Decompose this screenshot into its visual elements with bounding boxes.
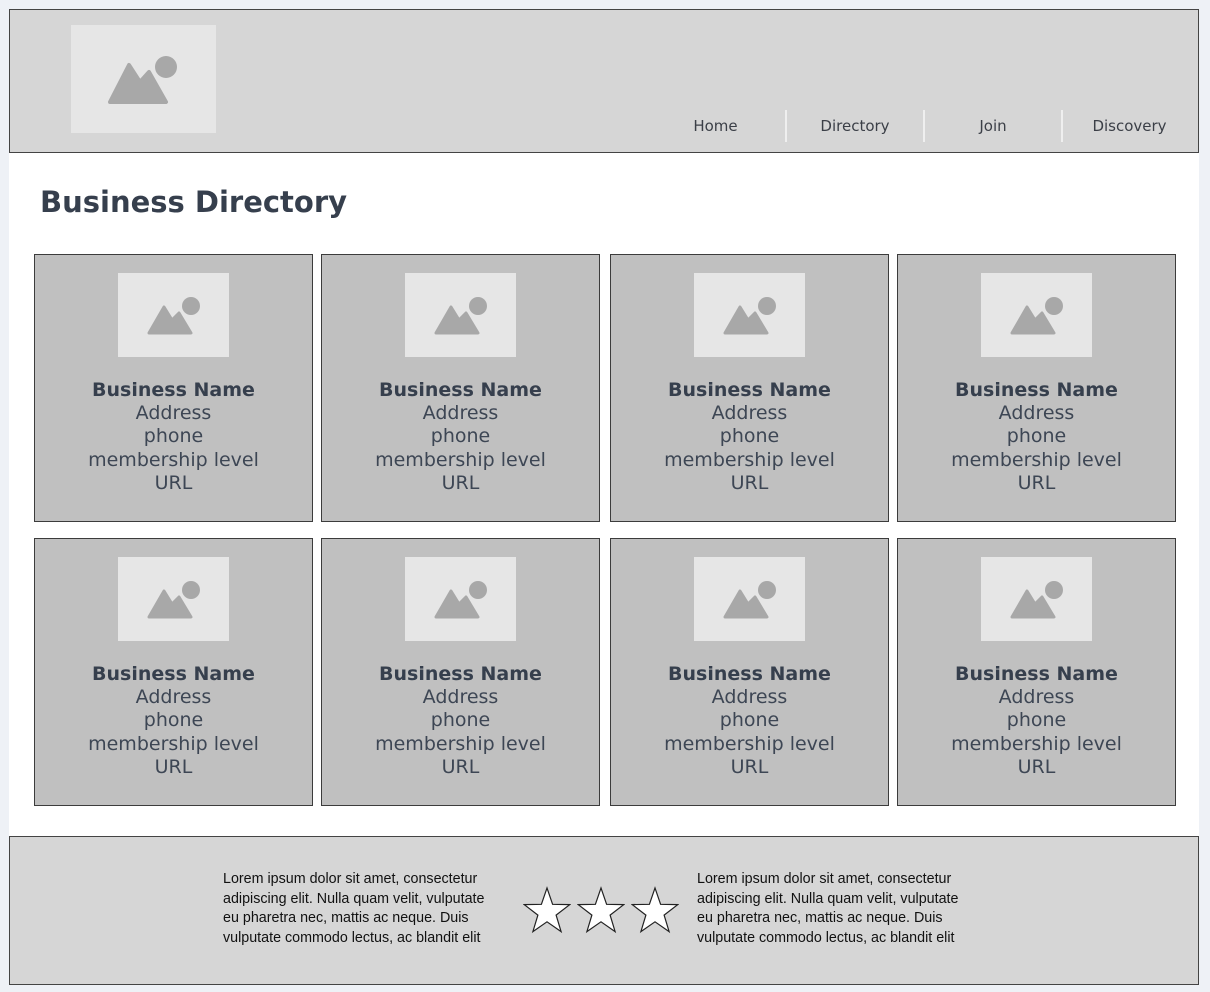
business-membership-level: membership level — [951, 732, 1122, 755]
business-image-placeholder — [118, 273, 229, 357]
nav-directory[interactable]: Directory — [787, 108, 923, 144]
business-address: Address — [998, 686, 1075, 709]
page-title: Business Directory — [40, 185, 348, 219]
footer-text-line: Lorem ipsum dolor sit amet, consectetur — [697, 871, 952, 887]
page: Home Directory Join Discovery Business D… — [9, 9, 1199, 985]
footer-text-line: vulputate commodo lectus, ac blandit eli… — [697, 929, 955, 946]
nav-home[interactable]: Home — [650, 108, 781, 144]
business-membership-level: membership level — [88, 732, 259, 755]
business-url[interactable]: URL — [898, 756, 1175, 779]
business-membership-level: membership level — [88, 448, 259, 471]
business-image-placeholder — [405, 273, 516, 357]
business-address: Address — [422, 402, 499, 425]
nav-join[interactable]: Join — [925, 108, 1061, 144]
business-image-placeholder — [981, 273, 1092, 357]
site-footer: Lorem ipsum dolor sit amet, consectetur … — [9, 836, 1199, 985]
business-name: Business Name — [92, 379, 255, 401]
site-header: Home Directory Join Discovery — [9, 9, 1199, 153]
business-phone: phone — [430, 425, 491, 448]
footer-text-line: adipiscing elit. Nulla quam velit, vulpu… — [223, 890, 485, 907]
business-info: Business Name Address phone membership leve… — [611, 379, 888, 495]
business-address: Address — [422, 686, 499, 709]
business-info: Business Name Address phone membership leve… — [898, 379, 1175, 495]
business-phone: phone — [719, 425, 780, 448]
business-url[interactable]: URL — [611, 756, 888, 779]
business-name: Business Name — [379, 663, 542, 685]
business-name: Business Name — [92, 663, 255, 685]
business-membership-level: membership level — [951, 448, 1122, 471]
business-url[interactable]: URL — [898, 472, 1175, 495]
business-url[interactable]: URL — [322, 472, 599, 495]
business-card[interactable]: Business Name Address phone membership leve… — [897, 254, 1176, 522]
business-card[interactable]: Business Name Address phone membership leve… — [610, 538, 889, 806]
image-placeholder-icon — [434, 581, 487, 619]
business-name: Business Name — [668, 663, 831, 685]
business-info: Business Name Address phone membership leve… — [322, 663, 599, 779]
business-address: Address — [998, 402, 1075, 425]
footer-text-line: eu pharetra nec, mattis ac neque. Duis — [697, 910, 943, 927]
business-url[interactable]: URL — [35, 472, 312, 495]
image-placeholder-icon — [723, 297, 776, 335]
business-card[interactable]: Business Name Address phone membership leve… — [321, 538, 600, 806]
image-placeholder-icon — [1010, 297, 1063, 335]
image-placeholder-icon — [434, 297, 487, 335]
star-outline-icon[interactable] — [523, 886, 571, 934]
image-placeholder-icon — [147, 581, 200, 619]
business-address: Address — [711, 402, 788, 425]
star-outline-icon[interactable] — [631, 886, 679, 934]
business-card[interactable]: Business Name Address phone membership leve… — [34, 254, 313, 522]
business-image-placeholder — [981, 557, 1092, 641]
business-info: Business Name Address phone membership leve… — [611, 663, 888, 779]
nav-discovery[interactable]: Discovery — [1063, 108, 1196, 144]
business-membership-level: membership level — [375, 732, 546, 755]
footer-text-line: vulputate commodo lectus, ac blandit eli… — [223, 929, 481, 946]
business-phone: phone — [719, 709, 780, 732]
business-address: Address — [135, 686, 212, 709]
business-name: Business Name — [379, 379, 542, 401]
business-address: Address — [135, 402, 212, 425]
business-image-placeholder — [405, 557, 516, 641]
footer-text-line: eu pharetra nec, mattis ac neque. Duis — [223, 910, 469, 927]
business-url[interactable]: URL — [611, 472, 888, 495]
star-outline-icon[interactable] — [577, 886, 625, 934]
image-placeholder-icon — [1010, 581, 1063, 619]
business-name: Business Name — [955, 663, 1118, 685]
business-membership-level: membership level — [664, 732, 835, 755]
main-nav: Home Directory Join Discovery — [650, 108, 1196, 144]
business-card[interactable]: Business Name Address phone membership leve… — [34, 538, 313, 806]
business-info: Business Name Address phone membership leve… — [35, 379, 312, 495]
business-name: Business Name — [668, 379, 831, 401]
business-card[interactable]: Business Name Address phone membership leve… — [321, 254, 600, 522]
footer-text-line: adipiscing elit. Nulla quam velit, vulpu… — [697, 890, 959, 907]
footer-text-right: Lorem ipsum dolor sit amet, consectetur … — [697, 870, 982, 948]
image-placeholder-icon — [147, 297, 200, 335]
business-phone: phone — [1006, 709, 1067, 732]
business-image-placeholder — [694, 557, 805, 641]
business-image-placeholder — [118, 557, 229, 641]
image-placeholder-icon — [108, 56, 177, 104]
logo-image-placeholder[interactable] — [71, 25, 216, 133]
business-info: Business Name Address phone membership leve… — [898, 663, 1175, 779]
footer-text-line: Lorem ipsum dolor sit amet, consectetur — [223, 871, 478, 887]
business-card[interactable]: Business Name Address phone membership leve… — [610, 254, 889, 522]
business-phone: phone — [143, 709, 204, 732]
business-address: Address — [711, 686, 788, 709]
business-phone: phone — [1006, 425, 1067, 448]
business-url[interactable]: URL — [35, 756, 312, 779]
business-card[interactable]: Business Name Address phone membership leve… — [897, 538, 1176, 806]
business-url[interactable]: URL — [322, 756, 599, 779]
business-membership-level: membership level — [375, 448, 546, 471]
business-image-placeholder — [694, 273, 805, 357]
business-info: Business Name Address phone membership leve… — [35, 663, 312, 779]
business-name: Business Name — [955, 379, 1118, 401]
business-membership-level: membership level — [664, 448, 835, 471]
footer-text-left: Lorem ipsum dolor sit amet, consectetur … — [223, 870, 508, 948]
business-info: Business Name Address phone membership leve… — [322, 379, 599, 495]
star-rating — [523, 886, 683, 936]
image-placeholder-icon — [723, 581, 776, 619]
business-phone: phone — [430, 709, 491, 732]
business-phone: phone — [143, 425, 204, 448]
